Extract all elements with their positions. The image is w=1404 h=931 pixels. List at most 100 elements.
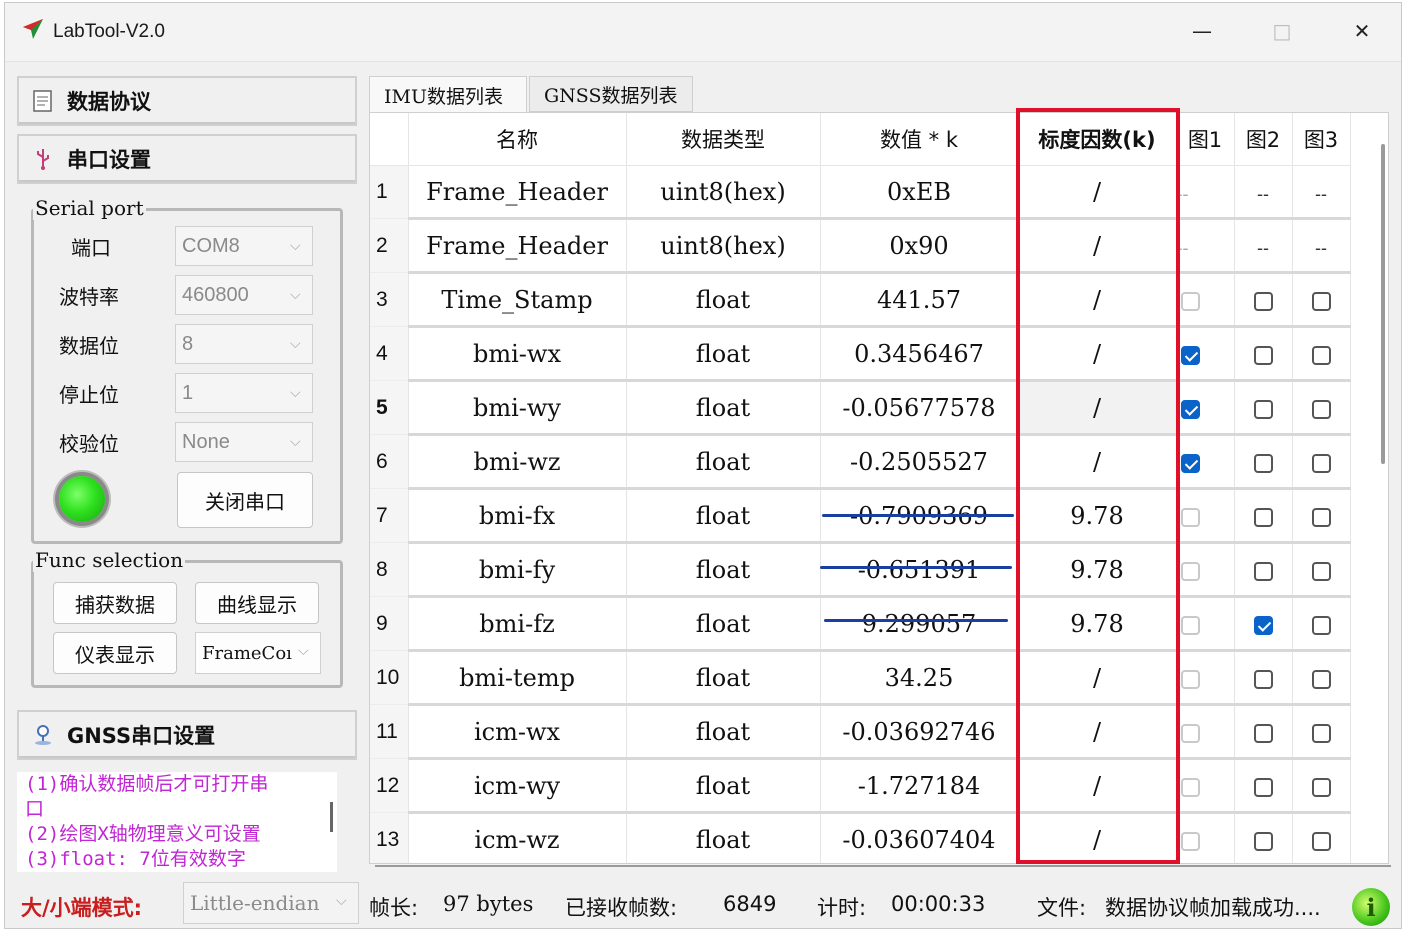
cell-value[interactable]: 0x90 bbox=[820, 218, 1019, 274]
port-select[interactable]: COM8 ⌵ bbox=[175, 226, 313, 266]
close-button[interactable]: ✕ bbox=[1339, 13, 1385, 49]
plot1-cell[interactable] bbox=[1176, 542, 1235, 598]
column-header-plot1[interactable]: 图1 bbox=[1176, 113, 1235, 166]
cell-value[interactable]: -0.05677578 bbox=[820, 380, 1019, 436]
plot1-checkbox[interactable] bbox=[1180, 561, 1200, 581]
plot3-cell[interactable] bbox=[1292, 326, 1351, 382]
cell-value[interactable]: -0.2505527 bbox=[820, 434, 1019, 490]
plot2-checkbox[interactable] bbox=[1253, 507, 1273, 527]
gnss-settings-header[interactable]: GNSS串口设置 bbox=[17, 710, 357, 760]
cell-name[interactable]: icm-wx bbox=[408, 704, 627, 760]
plot3-cell[interactable] bbox=[1292, 812, 1351, 863]
plot2-checkbox[interactable] bbox=[1253, 345, 1273, 365]
plot2-checkbox[interactable] bbox=[1253, 615, 1273, 635]
cell-value[interactable]: -0.03607404 bbox=[820, 812, 1019, 863]
cell-value[interactable]: 441.57 bbox=[820, 272, 1019, 328]
plot2-cell[interactable] bbox=[1234, 272, 1293, 328]
stopbits-select[interactable]: 1 ⌵ bbox=[175, 373, 313, 413]
plot1-cell[interactable] bbox=[1176, 488, 1235, 544]
plot1-checkbox[interactable] bbox=[1180, 777, 1200, 797]
plot3-cell[interactable] bbox=[1292, 650, 1351, 706]
cell-name[interactable]: bmi-temp bbox=[408, 650, 627, 706]
plot1-checkbox[interactable] bbox=[1180, 669, 1200, 689]
plot2-checkbox[interactable] bbox=[1253, 831, 1273, 851]
cell-value[interactable]: -1.727184 bbox=[820, 758, 1019, 814]
plot1-cell[interactable] bbox=[1176, 272, 1235, 328]
databits-select[interactable]: 8 ⌵ bbox=[175, 324, 313, 364]
tab-gnss-data[interactable]: GNSS数据列表 bbox=[529, 76, 693, 112]
plot1-checkbox[interactable] bbox=[1180, 615, 1200, 635]
plot2-cell[interactable] bbox=[1234, 542, 1293, 598]
plot2-cell[interactable] bbox=[1234, 704, 1293, 760]
table-row[interactable]: 3 Time_Stamp float 441.57/ bbox=[370, 272, 1351, 328]
plot2-cell[interactable] bbox=[1234, 380, 1293, 436]
plot3-cell[interactable]: -- bbox=[1292, 165, 1351, 220]
table-row[interactable]: 2 Frame_Header uint8(hex) 0x90/-- -- -- bbox=[370, 218, 1351, 274]
tab-imu-data[interactable]: IMU数据列表 bbox=[369, 76, 527, 114]
column-header-value[interactable]: 数值 * k bbox=[820, 113, 1019, 166]
plot1-checkbox[interactable] bbox=[1180, 453, 1200, 473]
cell-name[interactable]: Frame_Header bbox=[408, 165, 627, 220]
plot3-checkbox[interactable] bbox=[1311, 777, 1331, 797]
plot2-cell[interactable] bbox=[1234, 812, 1293, 863]
plot2-cell[interactable] bbox=[1234, 326, 1293, 382]
plot1-cell[interactable] bbox=[1176, 596, 1235, 652]
cell-value[interactable]: 34.25 bbox=[820, 650, 1019, 706]
plot3-checkbox[interactable] bbox=[1311, 291, 1331, 311]
plot2-cell[interactable] bbox=[1234, 650, 1293, 706]
plot3-checkbox[interactable] bbox=[1311, 723, 1331, 743]
cell-name[interactable]: Time_Stamp bbox=[408, 272, 627, 328]
serial-settings-header[interactable]: 串口设置 bbox=[17, 134, 357, 184]
maximize-button[interactable]: □ bbox=[1259, 13, 1305, 49]
mode-select[interactable]: FrameCoı ⌵ bbox=[195, 632, 321, 674]
minimize-button[interactable]: — bbox=[1179, 13, 1225, 49]
plot1-checkbox[interactable] bbox=[1180, 507, 1200, 527]
table-row[interactable]: 1 Frame_Header uint8(hex) 0xEB / -- -- -- bbox=[370, 165, 1351, 220]
plot1-checkbox[interactable] bbox=[1180, 345, 1200, 365]
table-row[interactable]: 13 icm-wz float -0.03607404/ bbox=[370, 812, 1351, 863]
plot3-cell[interactable] bbox=[1292, 434, 1351, 490]
cell-name[interactable]: bmi-fz bbox=[408, 596, 627, 652]
plot1-cell[interactable] bbox=[1176, 704, 1235, 760]
table-vertical-scrollbar[interactable] bbox=[1381, 144, 1385, 464]
cell-type[interactable]: float bbox=[626, 380, 821, 436]
plot2-checkbox[interactable] bbox=[1253, 453, 1273, 473]
plot3-checkbox[interactable] bbox=[1311, 669, 1331, 689]
plot3-cell[interactable] bbox=[1292, 758, 1351, 814]
cell-name[interactable]: bmi-fy bbox=[408, 542, 627, 598]
plot3-cell[interactable] bbox=[1292, 380, 1351, 436]
cell-value[interactable]: 0xEB bbox=[820, 165, 1019, 220]
plot1-cell[interactable] bbox=[1176, 326, 1235, 382]
plot2-checkbox[interactable] bbox=[1253, 777, 1273, 797]
cell-type[interactable]: float bbox=[626, 326, 821, 382]
plot1-checkbox[interactable] bbox=[1180, 399, 1200, 419]
column-header-type[interactable]: 数据类型 bbox=[626, 113, 821, 166]
plot1-checkbox[interactable] bbox=[1180, 291, 1200, 311]
plot2-cell[interactable] bbox=[1234, 434, 1293, 490]
plot3-checkbox[interactable] bbox=[1311, 399, 1331, 419]
plot1-cell[interactable] bbox=[1176, 650, 1235, 706]
hints-panel[interactable]: (1)确认数据帧后才可打开串 口 (2)绘图X轴物理意义可设置 (3)float… bbox=[17, 772, 337, 872]
cell-name[interactable]: bmi-wx bbox=[408, 326, 627, 382]
plot3-cell[interactable]: -- bbox=[1292, 218, 1351, 274]
plot1-cell[interactable]: -- bbox=[1176, 165, 1235, 220]
plot1-checkbox[interactable] bbox=[1180, 831, 1200, 851]
plot1-checkbox[interactable] bbox=[1180, 723, 1200, 743]
cell-type[interactable]: float bbox=[626, 650, 821, 706]
plot1-cell[interactable]: -- bbox=[1176, 218, 1235, 274]
table-row[interactable]: 12 icm-wy float -1.727184/ bbox=[370, 758, 1351, 814]
cell-type[interactable]: float bbox=[626, 596, 821, 652]
plot3-checkbox[interactable] bbox=[1311, 507, 1331, 527]
plot3-cell[interactable] bbox=[1292, 704, 1351, 760]
plot2-cell[interactable]: -- bbox=[1234, 165, 1293, 220]
plot3-checkbox[interactable] bbox=[1311, 345, 1331, 365]
curve-display-button[interactable]: 曲线显示 bbox=[195, 582, 319, 624]
column-header-name[interactable]: 名称 bbox=[408, 113, 627, 166]
cell-type[interactable]: uint8(hex) bbox=[626, 165, 821, 220]
table-row[interactable]: 4 bmi-wx float 0.3456467/ bbox=[370, 326, 1351, 382]
plot2-cell[interactable] bbox=[1234, 488, 1293, 544]
plot2-checkbox[interactable] bbox=[1253, 669, 1273, 689]
data-protocol-header[interactable]: 数据协议 bbox=[17, 76, 357, 126]
table-row[interactable]: 10 bmi-temp float 34.25/ bbox=[370, 650, 1351, 706]
plot2-checkbox[interactable] bbox=[1253, 291, 1273, 311]
